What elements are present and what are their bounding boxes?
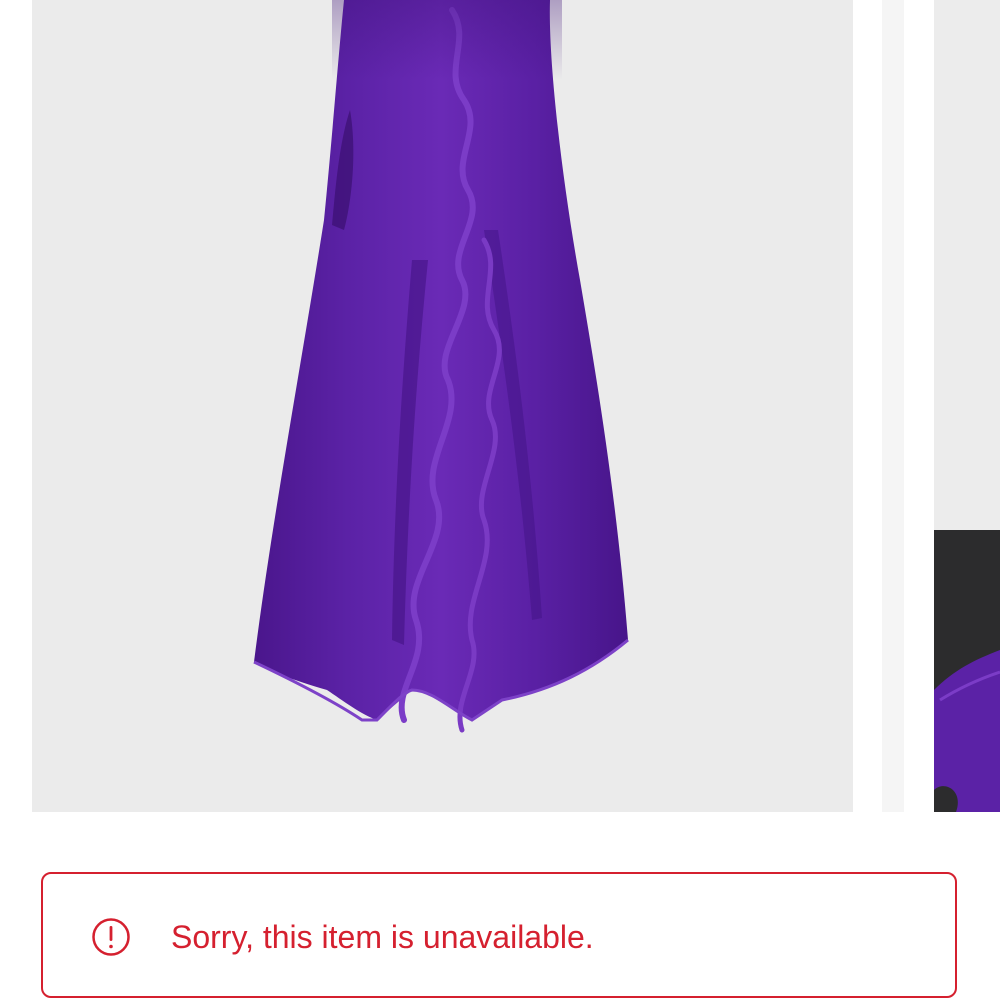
product-image-gallery[interactable] [0, 0, 1000, 812]
alert-message: Sorry, this item is unavailable. [171, 919, 594, 955]
gallery-gap [882, 0, 904, 812]
exclamation-circle-icon [91, 917, 131, 957]
product-image-main[interactable] [32, 0, 853, 812]
product-image-next-peek[interactable] [934, 0, 1000, 812]
dress-illustration [253, 0, 629, 733]
unavailable-alert: Sorry, this item is unavailable. [41, 872, 957, 998]
product-page: Sorry, this item is unavailable. [0, 0, 1000, 1000]
next-image-dress-fragment [934, 650, 1000, 812]
